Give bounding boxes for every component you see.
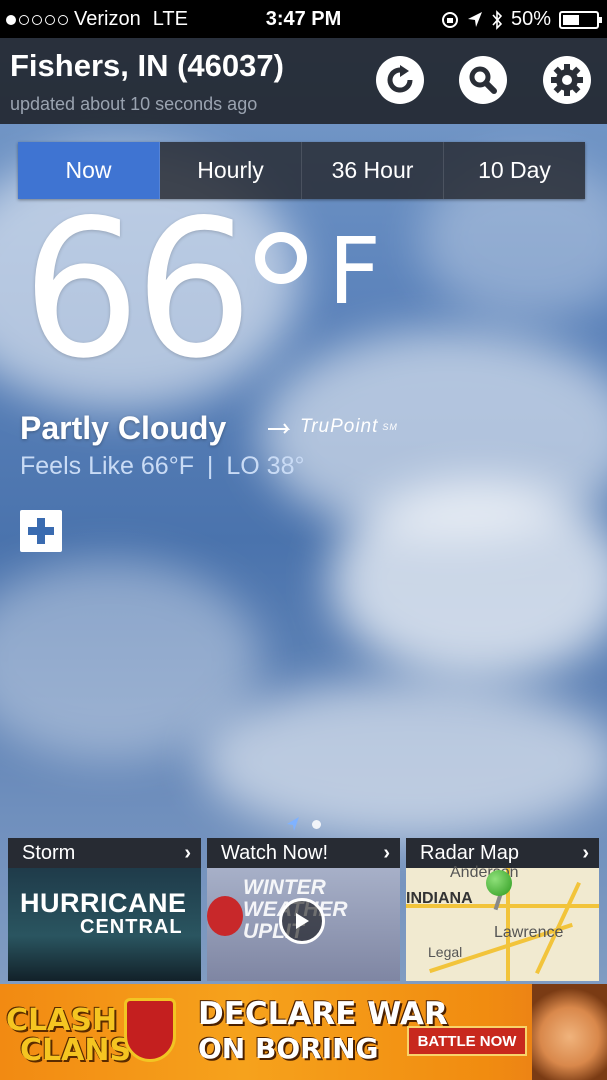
play-button[interactable] xyxy=(279,898,325,944)
temperature-unit: F xyxy=(328,218,381,325)
barbarian-character-image xyxy=(532,984,607,1080)
tab-10-day[interactable]: 10 Day xyxy=(444,142,585,199)
watch-now-card[interactable]: Watch Now! › WINTER WEATHER UPLIT xyxy=(207,838,400,981)
condition-text: Partly Cloudy xyxy=(20,410,227,446)
chevron-right-icon: › xyxy=(184,842,191,864)
trupoint-logo: TruPoint SM xyxy=(268,416,398,438)
video-thumbnail: WINTER WEATHER UPLIT xyxy=(207,868,400,981)
map-pin-icon xyxy=(486,870,512,896)
location-title[interactable]: Fishers, IN (46037) xyxy=(10,48,284,84)
cloud xyxy=(330,480,607,680)
storm-card[interactable]: Storm › HURRICANE CENTRAL xyxy=(8,838,201,981)
tab-36-hour[interactable]: 36 Hour xyxy=(302,142,444,199)
map-label: Legal xyxy=(428,944,463,960)
refresh-button[interactable] xyxy=(376,56,424,104)
page-dot xyxy=(312,819,321,829)
degree-symbol xyxy=(255,232,307,284)
thumbnail-text: WINTER xyxy=(243,876,326,899)
gear-icon xyxy=(551,64,583,96)
current-temperature: 66 xyxy=(22,179,253,400)
hurricane-central-thumbnail: HURRICANE CENTRAL xyxy=(8,868,201,981)
thumbnail-text: HURRICANE xyxy=(20,888,187,918)
trupoint-arrow-icon xyxy=(268,423,291,434)
feels-separator: | xyxy=(206,452,214,480)
bluetooth-icon xyxy=(492,9,503,30)
trupoint-brand: TruPoint xyxy=(300,416,379,437)
feels-like: Feels Like 66°F xyxy=(20,452,194,480)
chevron-right-icon: › xyxy=(582,842,589,864)
location-page-icon xyxy=(287,817,299,831)
ad-brand-text: CLASH xyxy=(6,1003,118,1038)
play-icon xyxy=(296,913,309,929)
radar-map-thumbnail: Anderson INDIANA Lawrence Legal xyxy=(406,864,599,981)
thumbnail-text: CENTRAL xyxy=(80,916,183,938)
status-bar: Verizon LTE 3:47 PM 50% xyxy=(0,0,607,38)
battery-icon xyxy=(559,10,602,29)
battery-level xyxy=(563,14,579,25)
search-button[interactable] xyxy=(459,56,507,104)
radar-map-card[interactable]: Radar Map › Anderson INDIANA Lawrence Le… xyxy=(406,838,599,981)
card-title: Watch Now! xyxy=(207,838,400,868)
low-temperature: LO 38° xyxy=(226,452,305,480)
battery-percent: 50% xyxy=(510,8,551,30)
ad-brand-logo: CLASH CLANS xyxy=(6,1006,131,1066)
card-title: Storm xyxy=(8,838,201,868)
shield-icon xyxy=(124,998,176,1062)
map-label: Lawrence xyxy=(494,924,564,941)
page-indicator xyxy=(0,816,607,832)
ad-brand-text: CLANS xyxy=(20,1033,132,1068)
ad-banner[interactable]: CLASH CLANS DECLARE WAR ON BORING BATTLE… xyxy=(0,984,607,1080)
app-header: Fishers, IN (46037) updated about 10 sec… xyxy=(0,38,607,124)
refresh-icon xyxy=(387,65,413,93)
status-right: 50% xyxy=(441,8,602,31)
location-arrow-icon xyxy=(467,11,482,27)
expand-details-button[interactable] xyxy=(20,510,62,552)
rotation-lock-icon xyxy=(441,11,458,28)
chevron-right-icon: › xyxy=(383,842,390,864)
battle-now-button[interactable]: BATTLE NOW xyxy=(407,1026,527,1056)
last-updated: updated about 10 seconds ago xyxy=(10,94,258,114)
ad-headline: ON BORING xyxy=(198,1032,379,1065)
weather-logo-icon xyxy=(207,896,243,936)
search-icon xyxy=(469,66,497,94)
feels-like-row: Feels Like 66°F | LO 38° xyxy=(20,452,304,481)
settings-button[interactable] xyxy=(543,56,591,104)
trupoint-service-mark: SM xyxy=(382,422,398,432)
map-label: INDIANA xyxy=(406,890,473,907)
